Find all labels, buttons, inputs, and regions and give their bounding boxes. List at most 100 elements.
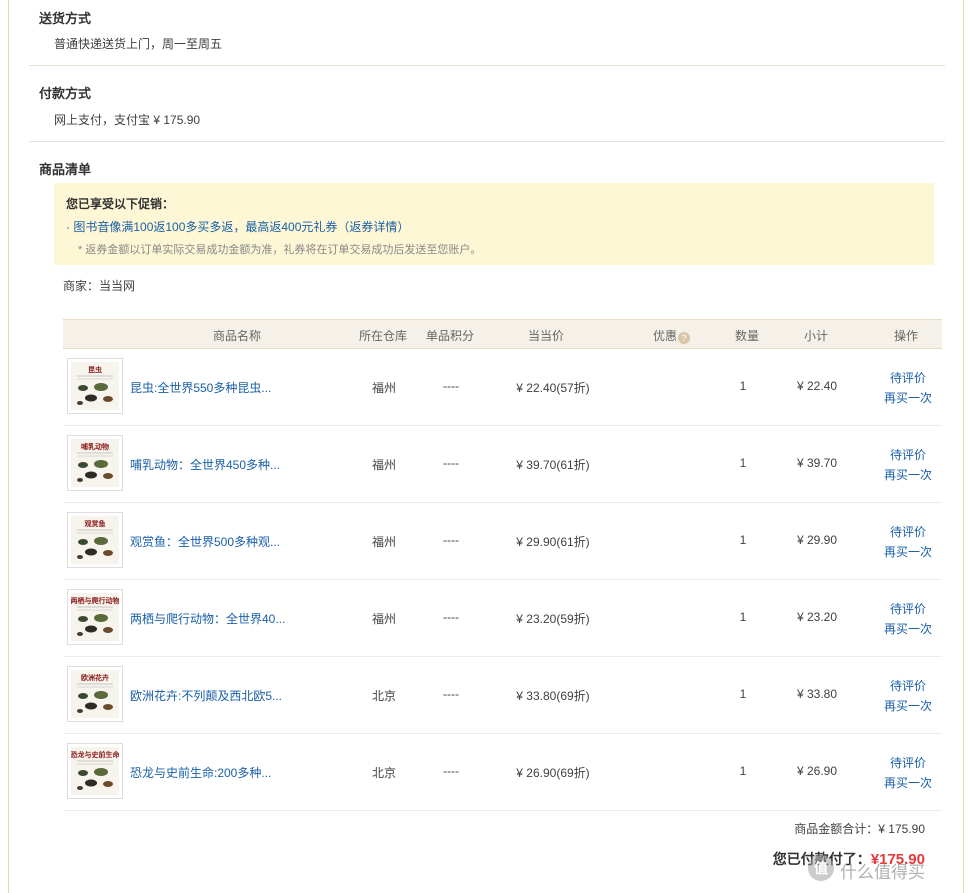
product-name-link[interactable]: 哺乳动物：全世界450多种... [130,456,280,473]
product-name-link[interactable]: 昆虫:全世界550多种昆虫... [130,379,271,396]
total-value: ¥ 175.90 [878,822,925,836]
svg-text:哺乳动物: 哺乳动物 [81,442,109,451]
qty-cell: 1 [739,687,747,701]
book-cover-image: 观赏鱼 [71,516,119,564]
rebuy-link[interactable]: 再买一次 [873,389,943,406]
product-name-link[interactable]: 两栖与爬行动物：全世界40... [130,610,285,627]
book-cover-image: 昆虫 [71,362,119,410]
book-cover[interactable]: 昆虫 [67,358,123,414]
promo-line: · 图书音像满100返100多买多返，最高返400元礼券（返券详情） [66,218,409,235]
table-row: 昆虫 昆虫:全世界550多种昆虫... 福州 ---- ¥ 22.40(57折)… [63,349,942,426]
book-cover[interactable]: 欧洲花卉 [67,666,123,722]
subtotal-cell: ¥ 29.90 [796,533,838,547]
points-cell: ---- [443,610,459,624]
product-name-link[interactable]: 恐龙与史前生命:200多种... [130,764,271,781]
subtotal-cell: ¥ 22.40 [796,379,838,393]
promo-link[interactable]: 图书音像满100返100多买多返，最高返400元礼券 [73,220,337,234]
review-link[interactable]: 待评价 [873,369,943,386]
rebuy-link[interactable]: 再买一次 [873,543,943,560]
warehouse-cell: 福州 [371,381,396,395]
points-cell: ---- [443,456,459,470]
payment-text: 网上支付，支付宝 ¥ 175.90 [54,113,201,127]
qty-cell: 1 [739,610,747,624]
total-line: 商品金额合计：¥ 175.90 [794,820,925,837]
table-row: 观赏鱼 观赏鱼：全世界500多种观... 福州 ---- ¥ 29.90(61折… [63,503,942,580]
svg-text:观赏鱼: 观赏鱼 [85,519,106,528]
points-cell: ---- [443,379,459,393]
rebuy-link[interactable]: 再买一次 [873,466,943,483]
price-cell: ¥ 33.80(69折) [516,689,590,703]
table-header: 商品名称 所在仓库 单品积分 当当价 优惠? 数量 小计 操作 [63,319,942,349]
delivery-title: 送货方式 [39,11,92,26]
col-qty: 数量 [735,329,760,343]
points-cell: ---- [443,764,459,778]
col-discount: 优惠? [653,327,691,344]
promo-note: * 返券金额以订单实际交易成功金额为准，礼券将在订单交易成功后发送至您账户。 [78,244,482,256]
rebuy-link[interactable]: 再买一次 [873,697,943,714]
book-cover-image: 恐龙与史前生命 [71,747,119,795]
points-cell: ---- [443,687,459,701]
qty-cell: 1 [739,533,747,547]
review-link[interactable]: 待评价 [873,523,943,540]
payment-title: 付款方式 [39,86,92,101]
table-row: 两栖与爬行动物 两栖与爬行动物：全世界40... 福州 ---- ¥ 23.20… [63,580,942,657]
subtotal-cell: ¥ 39.70 [796,456,838,470]
book-cover-image: 两栖与爬行动物 [71,593,119,641]
rebuy-link[interactable]: 再买一次 [873,774,943,791]
help-icon[interactable]: ? [678,332,691,344]
warehouse-cell: 福州 [371,458,396,472]
subtotal-cell: ¥ 33.80 [796,687,838,701]
price-cell: ¥ 29.90(61折) [516,535,590,549]
book-cover-image: 欧洲花卉 [71,670,119,718]
rebuy-link[interactable]: 再买一次 [873,620,943,637]
col-discount-label: 优惠 [653,329,678,343]
review-link[interactable]: 待评价 [873,600,943,617]
watermark: 值 什么值得买 [808,855,958,885]
subtotal-cell: ¥ 26.90 [796,764,838,778]
promo-box: 您已享受以下促销： · 图书音像满100返100多买多返，最高返400元礼券（返… [54,183,934,265]
subtotal-cell: ¥ 23.20 [796,610,838,624]
warehouse-cell: 北京 [371,766,396,780]
qty-cell: 1 [739,456,747,470]
review-link[interactable]: 待评价 [873,677,943,694]
table-row: 哺乳动物 哺乳动物：全世界450多种... 福州 ---- ¥ 39.70(61… [63,426,942,503]
book-cover-image: 哺乳动物 [71,439,119,487]
col-name: 商品名称 [213,329,262,343]
table-row: 欧洲花卉 欧洲花卉:不列颠及西北欧5... 北京 ---- ¥ 33.80(69… [63,657,942,734]
col-points: 单品积分 [426,329,475,343]
col-subtotal: 小计 [804,329,829,343]
col-action: 操作 [894,329,919,343]
svg-text:恐龙与史前生命: 恐龙与史前生命 [71,750,119,759]
col-warehouse: 所在仓库 [359,329,408,343]
book-cover[interactable]: 哺乳动物 [67,435,123,491]
svg-text:昆虫: 昆虫 [88,365,102,374]
product-name-link[interactable]: 欧洲花卉:不列颠及西北欧5... [130,687,282,704]
book-cover[interactable]: 观赏鱼 [67,512,123,568]
review-link[interactable]: 待评价 [873,754,943,771]
delivery-section: 送货方式 普通快递送货上门，周一至周五 [29,0,945,65]
book-cover[interactable]: 恐龙与史前生命 [67,743,123,799]
price-cell: ¥ 22.40(57折) [516,381,590,395]
warehouse-cell: 福州 [371,612,396,626]
divider [29,141,945,142]
warehouse-cell: 福州 [371,535,396,549]
promo-detail-link[interactable]: （返券详情） [337,220,409,234]
qty-cell: 1 [739,764,747,778]
order-detail-panel: 送货方式 普通快递送货上门，周一至周五 付款方式 网上支付，支付宝 ¥ 175.… [8,0,964,893]
col-price: 当当价 [528,329,565,343]
review-link[interactable]: 待评价 [873,446,943,463]
watermark-text: 什么值得买 [840,863,925,882]
svg-text:两栖与爬行动物: 两栖与爬行动物 [71,596,119,605]
merchant-label: 商家：当当网 [63,279,136,293]
price-cell: ¥ 23.20(59折) [516,612,590,626]
product-name-link[interactable]: 观赏鱼：全世界500多种观... [130,533,280,550]
payment-section: 付款方式 网上支付，支付宝 ¥ 175.90 [29,66,945,141]
table-row: 恐龙与史前生命 恐龙与史前生命:200多种... 北京 ---- ¥ 26.90… [63,734,942,811]
promo-title: 您已享受以下促销： [66,197,175,211]
svg-text:欧洲花卉: 欧洲花卉 [81,673,109,682]
goods-title: 商品清单 [39,162,92,177]
delivery-text: 普通快递送货上门，周一至周五 [54,37,223,51]
qty-cell: 1 [739,379,747,393]
watermark-logo-icon: 值 [808,855,834,881]
book-cover[interactable]: 两栖与爬行动物 [67,589,123,645]
